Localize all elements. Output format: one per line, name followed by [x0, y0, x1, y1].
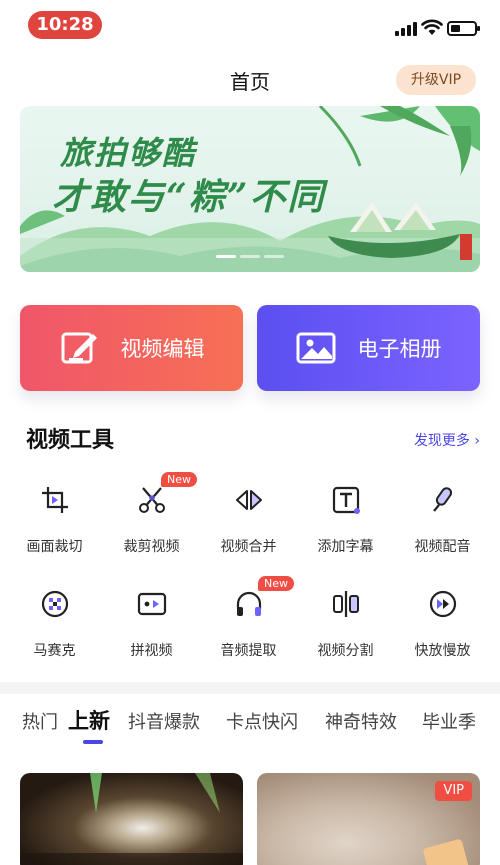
category-tab-hot[interactable]: 热门	[22, 708, 58, 734]
banner-dot	[240, 255, 260, 258]
tool-label: 视频分割	[317, 643, 374, 659]
new-badge: New	[161, 472, 197, 487]
tool-label: 拼视频	[130, 643, 173, 659]
tool-audio-extract[interactable]: New 音频提取	[200, 576, 297, 674]
banner-pagination	[20, 243, 480, 262]
tool-label: 视频配音	[414, 539, 471, 555]
section-divider	[0, 682, 500, 694]
category-tab-new[interactable]: 上新	[68, 705, 110, 735]
mosaic-icon	[41, 590, 69, 618]
tool-label: 添加字幕	[317, 539, 374, 555]
new-badge: New	[258, 576, 294, 591]
scissors-icon	[139, 487, 165, 513]
photo-album-button[interactable]: 电子相册	[257, 305, 480, 391]
photo-icon	[296, 332, 335, 364]
status-bar: 10:28	[0, 0, 500, 50]
status-time: 10:28	[28, 11, 102, 39]
banner-dot	[264, 255, 284, 258]
speed-icon	[429, 590, 457, 618]
tool-crop[interactable]: 画面裁切	[6, 480, 103, 570]
merge-icon	[236, 490, 262, 510]
split-icon	[333, 591, 359, 617]
battery-icon	[447, 21, 480, 36]
collage-icon	[137, 592, 167, 616]
category-tab-graduation[interactable]: 毕业季	[422, 708, 476, 734]
wifi-icon	[421, 19, 443, 35]
tool-merge[interactable]: 视频合并	[200, 480, 297, 570]
subtitle-icon	[332, 486, 360, 514]
banner-dot-active	[216, 255, 236, 258]
tool-trim-video[interactable]: New 裁剪视频	[103, 472, 200, 570]
signal-icon	[395, 22, 419, 36]
tool-label: 马赛克	[33, 643, 76, 659]
voiceover-icon	[433, 487, 453, 512]
discover-more-link[interactable]: 发现更多 ›	[414, 430, 480, 450]
tool-speed[interactable]: 快放慢放	[394, 584, 491, 674]
photo-album-label: 电子相册	[357, 337, 442, 361]
category-tab-douyin[interactable]: 抖音爆款	[128, 708, 200, 734]
template-card[interactable]: VIP	[257, 773, 480, 865]
crop-icon	[42, 487, 68, 513]
tool-subtitle[interactable]: 添加字幕	[297, 480, 394, 570]
category-tab-beat[interactable]: 卡点快闪	[226, 708, 298, 734]
tool-collage[interactable]: 拼视频	[103, 584, 200, 674]
category-tabs: 热门 上新 抖音爆款 卡点快闪 神奇特效 毕业季	[0, 700, 500, 750]
upgrade-vip-button[interactable]: 升级VIP	[396, 65, 476, 95]
tool-split[interactable]: 视频分割	[297, 584, 394, 674]
edit-icon	[61, 332, 97, 364]
promo-banner[interactable]: 旅拍够酷 才敢与“粽”不同	[20, 106, 480, 272]
tool-mosaic[interactable]: 马赛克	[6, 584, 103, 674]
video-edit-label: 视频编辑	[120, 337, 205, 361]
tool-label: 视频合并	[220, 539, 277, 555]
header: 首页 升级VIP	[0, 58, 500, 102]
tool-label: 画面裁切	[26, 539, 83, 555]
card-thumbnail	[20, 773, 243, 865]
section-title-video-tools: 视频工具	[26, 428, 115, 453]
tool-voiceover[interactable]: 视频配音	[394, 480, 491, 570]
template-card[interactable]	[20, 773, 243, 865]
tool-label: 裁剪视频	[123, 539, 180, 555]
headphones-icon	[236, 591, 262, 616]
active-tab-indicator	[83, 740, 103, 744]
category-tab-effects[interactable]: 神奇特效	[325, 708, 397, 734]
tool-label: 快放慢放	[414, 643, 471, 659]
tool-label: 音频提取	[220, 643, 277, 659]
vip-badge: VIP	[435, 781, 472, 801]
banner-headline-2: 才敢与“粽”不同	[52, 176, 326, 218]
video-edit-button[interactable]: 视频编辑	[20, 305, 243, 391]
